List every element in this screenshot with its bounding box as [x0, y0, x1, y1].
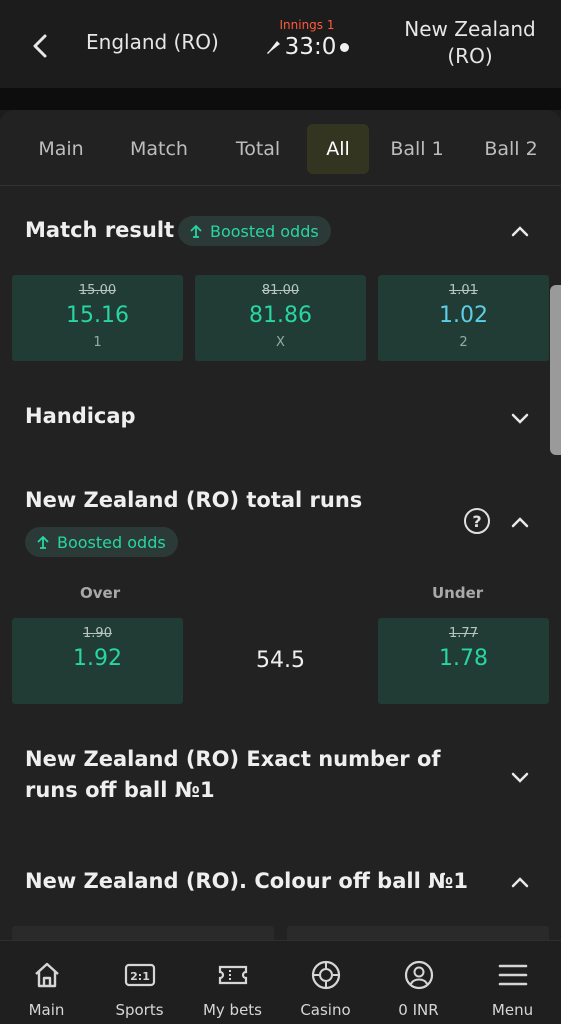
colour-option[interactable] [12, 926, 274, 940]
nav-main[interactable]: Main [0, 941, 93, 1024]
account-icon [404, 960, 434, 990]
exact-runs-title[interactable]: New Zealand (RO) Exact number of runs of… [25, 744, 495, 806]
team-home: England (RO) [86, 30, 219, 54]
boost-arrow-icon [190, 224, 202, 238]
handicap-title[interactable]: Handicap [25, 404, 136, 428]
colour-title: New Zealand (RO). Colour off ball №1 [25, 869, 468, 893]
badge-label: Boosted odds [210, 221, 319, 241]
odd-button-2[interactable]: 1.01 1.02 2 [378, 275, 549, 361]
nav-label: Main [28, 1001, 65, 1019]
chevron-up-icon[interactable] [510, 512, 530, 532]
boost-arrow-icon [37, 535, 49, 549]
menu-icon [498, 964, 528, 986]
nav-menu[interactable]: Menu [466, 941, 559, 1024]
back-button[interactable] [26, 28, 54, 64]
tab-main[interactable]: Main [24, 124, 98, 174]
old-odd: 1.01 [449, 283, 478, 298]
markets-panel: Main Match Total All Ball 1 Ball 2 Match… [0, 110, 561, 940]
nav-account[interactable]: 0 INR [372, 941, 465, 1024]
colour-option[interactable] [287, 926, 549, 940]
chevron-left-icon [33, 34, 47, 58]
casino-chip-icon [311, 960, 341, 990]
boosted-odds-badge: Boosted odds [25, 527, 178, 557]
outcome-label: 2 [459, 335, 468, 350]
outcome-label: 1 [93, 335, 102, 350]
chevron-up-icon[interactable] [510, 221, 530, 241]
nav-casino[interactable]: Casino [279, 941, 372, 1024]
home-icon [35, 962, 59, 988]
tab-ball-2[interactable]: Ball 2 [476, 124, 546, 174]
total-runs-title: New Zealand (RO) total runs [25, 488, 363, 512]
new-odd: 1.78 [439, 646, 488, 671]
ticket-icon [218, 965, 248, 985]
new-odd: 1.02 [439, 303, 488, 328]
nav-label: Casino [300, 1001, 351, 1019]
nav-label: Menu [491, 1001, 534, 1019]
badge-label: Boosted odds [57, 532, 166, 552]
old-odd: 81.00 [261, 283, 300, 298]
new-odd: 1.92 [73, 646, 122, 671]
header-divider [0, 88, 561, 110]
total-line-value: 54.5 [256, 648, 305, 673]
ball-icon [340, 42, 350, 52]
score-box: Innings 1 33:0 [252, 18, 362, 60]
under-header: Under [432, 584, 484, 602]
boosted-odds-badge: Boosted odds [178, 216, 331, 246]
match-header: England (RO) Innings 1 33:0 New Zealand … [0, 0, 561, 88]
bat-icon [266, 41, 280, 54]
tab-total[interactable]: Total [222, 124, 294, 174]
over-header: Over [80, 584, 121, 602]
team-away: New Zealand (RO) [404, 17, 536, 68]
outcome-label: X [276, 335, 285, 350]
chevron-down-icon[interactable] [510, 408, 530, 428]
old-odd: 15.00 [78, 283, 117, 298]
odd-button-over[interactable]: 1.90 1.92 [12, 618, 183, 704]
market-tabs: Main Match Total All Ball 1 Ball 2 [0, 110, 561, 186]
chevron-down-icon[interactable] [510, 767, 530, 787]
odd-button-x[interactable]: 81.00 81.86 X [195, 275, 366, 361]
odd-button-1[interactable]: 15.00 15.16 1 [12, 275, 183, 361]
tab-all[interactable]: All [307, 124, 369, 174]
nav-label: 0 INR [398, 1001, 439, 1019]
old-odd: 1.90 [83, 626, 112, 641]
score: 33:0 [252, 34, 362, 60]
chevron-up-icon[interactable] [510, 872, 530, 892]
odd-button-under[interactable]: 1.77 1.78 [378, 618, 549, 704]
score-value: 33:0 [284, 34, 337, 60]
new-odd: 15.16 [66, 303, 129, 328]
tab-match[interactable]: Match [116, 124, 202, 174]
nav-label: Sports [115, 1001, 164, 1019]
help-icon[interactable]: ? [464, 508, 490, 534]
nav-my-bets[interactable]: My bets [186, 941, 279, 1024]
bottom-navigation: Main 2:1 Sports My bets Casino 0 INR Men… [0, 940, 561, 1024]
svg-text:2:1: 2:1 [130, 970, 150, 983]
sports-icon: 2:1 [124, 963, 156, 987]
scrollbar[interactable] [550, 285, 561, 455]
nav-sports[interactable]: 2:1 Sports [93, 941, 186, 1024]
innings-label: Innings 1 [279, 18, 335, 32]
new-odd: 81.86 [249, 303, 312, 328]
nav-label: My bets [202, 1001, 263, 1019]
match-result-title: Match result [25, 218, 175, 242]
tab-ball-1[interactable]: Ball 1 [384, 124, 450, 174]
old-odd: 1.77 [449, 626, 478, 641]
